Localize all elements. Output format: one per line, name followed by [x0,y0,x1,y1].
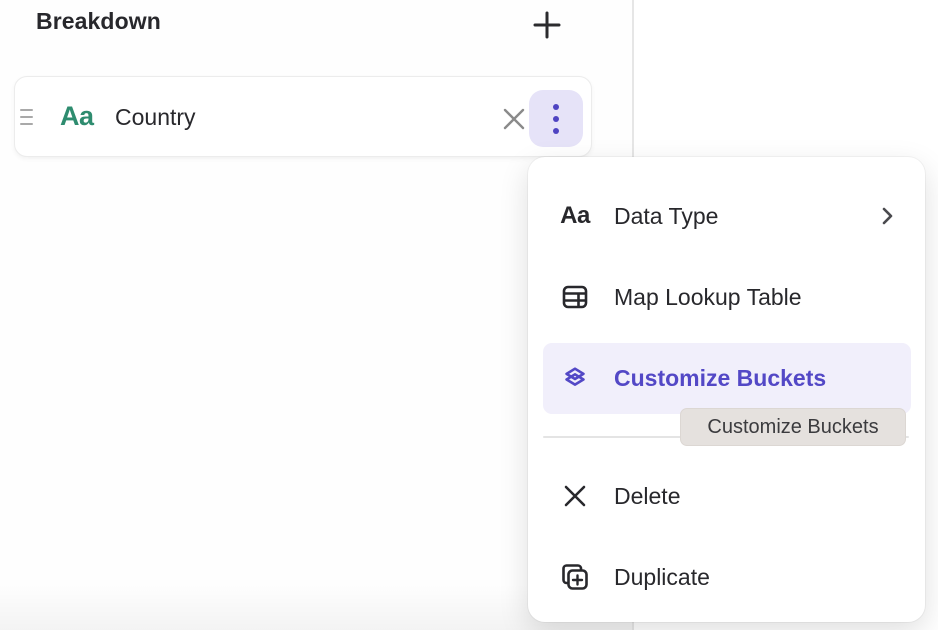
menu-item-label: Delete [614,483,680,510]
menu-item-label: Duplicate [614,564,710,591]
menu-item-label: Map Lookup Table [614,284,802,311]
table-icon [560,283,590,311]
menu-item-data-type[interactable]: Aa Data Type [543,188,911,244]
app-stage: Breakdown Aa Country [0,0,938,630]
remove-field-button[interactable] [496,101,532,137]
layers-icon [560,363,590,395]
text-format-icon: Aa [560,202,590,230]
field-type-badge: Aa [60,101,94,132]
menu-item-duplicate[interactable]: Duplicate [543,549,911,605]
breakdown-field-card: Aa Country [14,76,592,157]
kebab-menu-icon [553,104,559,134]
field-name-label: Country [115,104,196,131]
field-more-options-button[interactable] [529,90,583,147]
drag-handle-icon[interactable] [20,105,35,129]
x-icon [501,106,527,132]
add-breakdown-button[interactable] [528,6,566,44]
panel-title: Breakdown [36,8,161,35]
field-options-menu: Aa Data Type Map Lookup Table [528,157,925,622]
menu-item-map-lookup-table[interactable]: Map Lookup Table [543,269,911,325]
menu-item-label: Customize Buckets [614,365,826,392]
x-icon [560,483,590,509]
customize-buckets-tooltip: Customize Buckets [680,408,906,446]
menu-item-delete[interactable]: Delete [543,468,911,524]
plus-icon [532,10,562,40]
copy-plus-icon [560,562,590,592]
chevron-right-icon [880,205,895,227]
menu-item-label: Data Type [614,203,718,230]
menu-item-customize-buckets[interactable]: Customize Buckets [543,343,911,414]
